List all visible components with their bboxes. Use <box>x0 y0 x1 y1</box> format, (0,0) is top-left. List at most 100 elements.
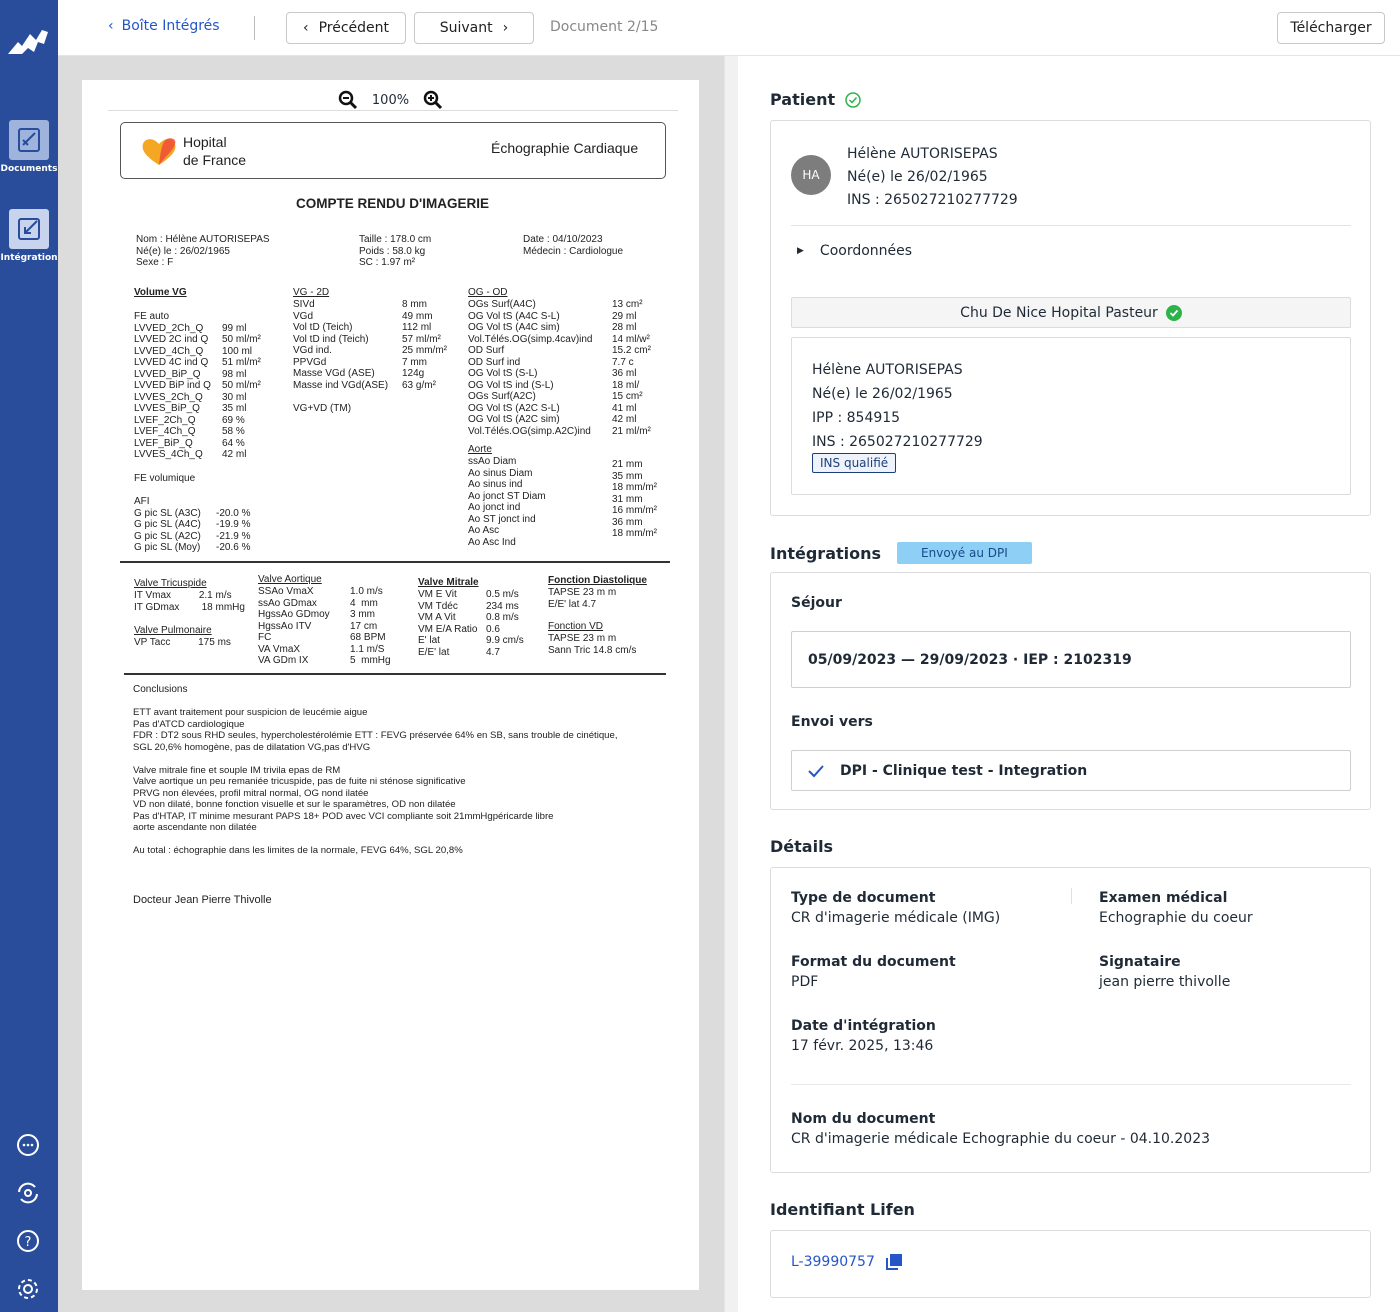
check-circle-icon <box>845 91 861 108</box>
patient-birthdate: Né(e) le 26/02/1965 <box>847 169 988 185</box>
zoom-out-icon[interactable] <box>338 90 358 110</box>
integrations-card: Séjour 05/09/2023 — 29/09/2023 · IEP : 2… <box>770 572 1371 810</box>
fe-labels: FE volumique AFI G pic SL (A3C) G pic SL… <box>134 473 201 553</box>
copy-icon[interactable] <box>885 1253 903 1271</box>
divider <box>791 1084 1351 1085</box>
status-badge: Envoyé au DPI <box>897 542 1032 564</box>
envoi-destination[interactable]: DPI - Clinique test - Integration <box>791 750 1351 791</box>
coordinates-toggle[interactable]: ▶ Coordonnées <box>797 243 912 259</box>
hospital-patient-ipp: IPP : 854915 <box>812 410 901 426</box>
medical-exam-value: Echographie du coeur <box>1099 910 1253 926</box>
document-title: COMPTE RENDU D'IMAGERIE <box>296 196 489 211</box>
mitral-values: 0.5 m/s 234 ms 0.8 m/s 0.6 9.9 cm/s 4.7 <box>486 589 524 658</box>
divider <box>108 110 678 111</box>
sync-icon[interactable] <box>15 1180 41 1206</box>
sejour-select[interactable]: 05/09/2023 — 29/09/2023 · IEP : 2102319 <box>791 631 1351 688</box>
aorte-values: 21 mm 35 mm 18 mm/m² 31 mm 16 mm/m² 36 m… <box>612 459 657 539</box>
sidebar-item-label: Intégration <box>0 253 58 263</box>
hospital-patient-info: Hélène AUTORISEPAS Né(e) le 26/02/1965 I… <box>812 358 983 454</box>
signature: Docteur Jean Pierre Thivolle <box>133 894 272 906</box>
hospital-name: Chu De Nice Hopital Pasteur <box>960 304 1158 321</box>
hospital-patient-name: Hélène AUTORISEPAS <box>812 362 963 378</box>
back-link[interactable]: ‹ Boîte Intégrés <box>108 18 220 34</box>
patient-section-title: Patient <box>770 90 861 109</box>
divider <box>254 16 255 40</box>
back-label: Boîte Intégrés <box>121 18 220 34</box>
exam-date: Date : 04/10/2023 Médecin : Cardiologue <box>523 234 624 257</box>
download-button[interactable]: Télécharger <box>1277 12 1385 44</box>
next-label: Suivant <box>439 20 493 36</box>
patient-card: HA Hélène AUTORISEPAS Né(e) le 26/02/196… <box>770 120 1371 516</box>
patient-identity: Hélène AUTORISEPAS Né(e) le 26/02/1965 I… <box>847 143 1018 212</box>
document-name-value: CR d'imagerie médicale Echographie du co… <box>791 1131 1211 1147</box>
og-od-labels: OGs Surf(A4C) OG Vol tS (A4C S-L) OG Vol… <box>468 299 593 437</box>
hospital-header: Chu De Nice Hopital Pasteur <box>791 297 1351 328</box>
patient-measures: Taille : 178.0 cm Poids : 58.0 kg SC : 1… <box>359 234 432 268</box>
volume-vg-values: 99 ml 50 ml/m² 100 ml 51 ml/m² 98 ml 50 … <box>222 322 261 461</box>
next-button[interactable]: Suivant › <box>414 12 534 44</box>
vg-2d-values: 8 mm 49 mm 112 ml 57 ml/m² 25 mm/m² 7 mm… <box>402 299 447 391</box>
exam-type: Échographie Cardiaque <box>491 140 639 156</box>
sidebar-item-documents[interactable]: Documents <box>0 120 58 174</box>
document-name-label: Nom du document <box>791 1111 936 1127</box>
settings-icon[interactable] <box>15 1276 41 1302</box>
document-index: Document 2/15 <box>550 19 659 35</box>
zoom-in-icon[interactable] <box>423 90 443 110</box>
document-type: Type de document CR d'imagerie médicale … <box>791 890 1000 926</box>
zoom-bar: 100% <box>82 90 699 110</box>
aortic-heading: Valve Aortique <box>258 574 322 585</box>
pulmonary-values: VP Tacc 175 ms <box>134 637 231 648</box>
medical-exam-label: Examen médical <box>1099 890 1228 906</box>
sejour-label: Séjour <box>791 595 842 611</box>
help-icon[interactable]: ? <box>15 1228 41 1254</box>
signer-value: jean pierre thivolle <box>1099 974 1231 990</box>
sidebar-item-integration[interactable]: Intégration <box>0 209 58 263</box>
patient-identity: Nom : Hélène AUTORISEPAS Né(e) le : 26/0… <box>136 234 270 268</box>
document-page: 100% Hopital de France Échographie Cardi… <box>82 80 699 1290</box>
lifen-logo[interactable] <box>8 28 48 58</box>
diastolic-heading: Fonction Diastolique <box>548 575 647 586</box>
coordinates-label: Coordonnées <box>819 243 913 259</box>
patient-title: Patient <box>770 90 836 109</box>
medical-exam: Examen médical Echographie du coeur <box>1099 890 1253 926</box>
check-icon <box>808 764 824 777</box>
hospital-patient-ins: INS : 265027210277729 <box>812 434 983 450</box>
lifen-id: L-39990757 <box>791 1253 903 1271</box>
divider <box>124 673 666 675</box>
sidebar: Documents Intégration ? <box>0 0 58 1312</box>
conclusions-heading: Conclusions <box>133 684 188 695</box>
diastolic-values: TAPSE 23 m m E/E' lat 4.7 <box>548 587 617 610</box>
vg-2d-labels: SIVd VGd Vol tD (Teich) Vol tD ind (Teic… <box>293 299 389 414</box>
divider <box>120 561 670 563</box>
document-format: Format du document PDF <box>791 954 956 990</box>
tricuspid-heading: Valve Tricuspide <box>134 578 207 589</box>
conclusions-text: ETT avant traitement pour suspicion de l… <box>133 707 618 856</box>
chat-icon[interactable] <box>15 1132 41 1158</box>
volume-vg-labels: FE auto LVVED_2Ch_Q LVVED 2C ind Q LVVED… <box>134 311 211 460</box>
aorte-heading: Aorte <box>468 444 492 455</box>
hospital-patient-box: Hélène AUTORISEPAS Né(e) le 26/02/1965 I… <box>791 337 1351 495</box>
chevron-left-icon: ‹ <box>108 18 114 34</box>
mitral-labels: VM E Vit VM Tdéc VM A Vit VM E/A Ratio E… <box>418 589 478 658</box>
integration-date-label: Date d'intégration <box>791 1018 936 1034</box>
og-od-values: 13 cm² 29 ml 28 ml 14 ml/w² 15.2 cm² 7.7… <box>612 299 651 437</box>
vg-2d-heading: VG - 2D <box>293 287 330 298</box>
aorte-labels: ssAo Diam Ao sinus Diam Ao sinus ind Ao … <box>468 456 546 548</box>
document-name: Nom du document CR d'imagerie médicale E… <box>791 1111 1210 1147</box>
hospital-patient-birthdate: Né(e) le 26/02/1965 <box>812 386 953 402</box>
integration-date: Date d'intégration 17 févr. 2025, 13:46 <box>791 1018 936 1054</box>
divider <box>791 225 1351 226</box>
avatar: HA <box>791 155 831 195</box>
check-circle-icon <box>1165 304 1182 321</box>
document-format-label: Format du document <box>791 954 956 970</box>
integration-icon <box>9 209 49 249</box>
documents-icon <box>9 120 49 160</box>
lifen-card: L-39990757 <box>770 1230 1371 1298</box>
zoom-level: 100% <box>371 92 410 108</box>
envoi-destination-label: DPI - Clinique test - Integration <box>840 762 1088 779</box>
previous-button[interactable]: ‹ Précédent <box>286 12 406 44</box>
og-od-heading: OG - OD <box>468 287 508 298</box>
signer-label: Signataire <box>1099 954 1181 970</box>
lifen-section-title: Identifiant Lifen <box>770 1200 915 1219</box>
divider <box>1071 888 1072 904</box>
